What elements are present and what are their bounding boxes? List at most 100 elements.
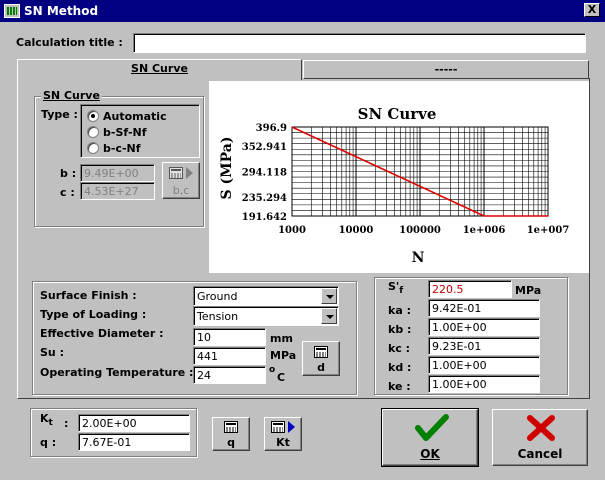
kt-label-main: K: [40, 412, 49, 425]
chart-x-tick-label: 1000: [278, 225, 306, 236]
kt-colon: :: [64, 417, 69, 430]
chart-y-tick-label: 191.642: [242, 212, 287, 223]
chart-y-tick-label: 235.294: [242, 193, 287, 204]
radio-b-sf-nf-label: b-Sf-Nf: [103, 126, 147, 139]
calc-title-input[interactable]: [133, 33, 586, 53]
calculator-icon: [224, 421, 238, 433]
chart-x-tick-label: 1e+007: [527, 225, 570, 236]
kt-label: Kt: [40, 412, 53, 428]
radio-b-c-nf[interactable]: [87, 142, 99, 154]
close-button[interactable]: X: [584, 3, 600, 17]
sf-label-sub: f: [399, 286, 404, 297]
chart-x-tick-label: 1e+006: [463, 225, 506, 236]
chart-y-ticks: 396.9 352.941 294.118 235.294 191.642: [242, 123, 287, 223]
b-label: b :: [60, 167, 77, 180]
sf-input[interactable]: 220.5: [428, 280, 512, 298]
d-button-label: d: [317, 361, 325, 374]
chart-x-ticks: 1000 10000 100000 1e+006 1e+007: [278, 225, 569, 236]
sn-curve-group-title: SN Curve: [41, 89, 102, 102]
kt-button[interactable]: Kt: [264, 417, 302, 451]
ka-label: ka :: [388, 304, 411, 317]
q-button-label: q: [227, 436, 235, 449]
chart-x-tick-label: 10000: [339, 225, 374, 236]
window-title: SN Method: [24, 4, 99, 18]
kt-label-sub: t: [48, 418, 53, 429]
surface-finish-value: Ground: [197, 290, 238, 303]
temperature-label: Operating Temperature :: [40, 366, 194, 379]
app-icon: [4, 4, 20, 18]
chart-y-tick-label: 352.941: [242, 142, 287, 153]
chart-x-axis-label: N: [412, 250, 425, 266]
diameter-unit: mm: [270, 332, 293, 345]
q-input[interactable]: 7.67E-01: [78, 433, 190, 451]
red-x-icon: [527, 415, 555, 441]
temperature-unit: C: [277, 371, 286, 384]
radio-b-c-nf-label: b-c-Nf: [103, 142, 141, 155]
radio-automatic[interactable]: [87, 110, 99, 122]
cancel-button-label: Cancel: [517, 447, 563, 461]
title-bar: SN Method X: [0, 0, 605, 22]
ka-input[interactable]: 9.42E-01: [428, 299, 540, 317]
chart-y-tick-label: 294.118: [242, 168, 287, 179]
kc-input[interactable]: 9.23E-01: [428, 337, 540, 355]
kb-label: kb :: [388, 323, 412, 336]
c-input[interactable]: 4.53E+27: [80, 182, 155, 200]
kb-input[interactable]: 1.00E+00: [428, 318, 540, 336]
checkmark-icon: [415, 414, 449, 441]
kt-input[interactable]: 2.00E+00: [78, 414, 190, 432]
tab-other-label: -----: [434, 63, 458, 76]
type-label: Type :: [41, 108, 78, 121]
kd-input[interactable]: 1.00E+00: [428, 356, 540, 374]
d-button[interactable]: d: [302, 341, 340, 376]
degree-symbol: o: [269, 365, 276, 375]
ok-button-label: OK: [420, 447, 440, 461]
chart-grid: [291, 126, 549, 217]
sn-curve-chart: SN Curve S (MPa) N 396.9 352.941 294.118 23…: [209, 81, 589, 273]
temperature-input[interactable]: 24: [193, 366, 266, 384]
q-button[interactable]: q: [212, 417, 250, 451]
play-arrow-icon: [186, 167, 193, 179]
su-label: Su :: [40, 346, 64, 359]
b-input[interactable]: 9.49E+00: [80, 164, 155, 182]
chart-y-axis-label: S (MPa): [219, 137, 235, 200]
chevron-down-icon[interactable]: [321, 308, 337, 324]
sf-value: 220.5: [432, 283, 464, 296]
c-label: c :: [60, 186, 75, 199]
sf-label: S'f: [388, 280, 403, 296]
tab-other[interactable]: -----: [303, 60, 589, 79]
ke-input[interactable]: 1.00E+00: [428, 375, 540, 393]
q-label: q :: [40, 436, 57, 449]
chevron-down-icon[interactable]: [321, 288, 337, 304]
play-arrow-icon: [288, 421, 295, 433]
diameter-label: Effective Diameter :: [40, 327, 164, 340]
radio-b-sf-nf[interactable]: [87, 126, 99, 138]
sf-unit: MPa: [515, 284, 542, 297]
su-input[interactable]: 441: [193, 347, 266, 365]
chart-title: SN Curve: [358, 105, 437, 123]
bc-button[interactable]: b,c: [162, 162, 200, 199]
kd-label: kd :: [388, 361, 412, 374]
cancel-button[interactable]: Cancel: [492, 409, 588, 466]
diameter-input[interactable]: 10: [193, 328, 266, 346]
loading-type-value: Tension: [197, 310, 239, 323]
loading-type-label: Type of Loading :: [40, 308, 147, 321]
loading-type-select[interactable]: Tension: [193, 306, 339, 326]
kc-label: kc :: [388, 342, 411, 355]
chart-y-tick-label: 396.9: [256, 123, 287, 134]
surface-finish-label: Surface Finish :: [40, 289, 137, 302]
ke-label: ke :: [388, 380, 411, 393]
calculator-icon: [314, 346, 328, 358]
chart-x-tick-label: 100000: [399, 225, 441, 236]
sf-label-main: S': [388, 280, 400, 293]
surface-finish-select[interactable]: Ground: [193, 286, 339, 306]
tab-sn-curve[interactable]: SN Curve: [17, 59, 302, 80]
calc-title-label: Calculation title :: [16, 36, 123, 49]
kt-button-label: Kt: [276, 436, 290, 449]
su-unit: MPa: [270, 349, 297, 362]
radio-automatic-label: Automatic: [103, 110, 167, 123]
bc-button-label: b,c: [172, 184, 190, 197]
ok-button[interactable]: OK: [381, 408, 479, 467]
calculator-icon: [169, 167, 183, 179]
calculator-icon: [271, 421, 285, 433]
tab-sn-curve-label: SN Curve: [131, 62, 188, 75]
